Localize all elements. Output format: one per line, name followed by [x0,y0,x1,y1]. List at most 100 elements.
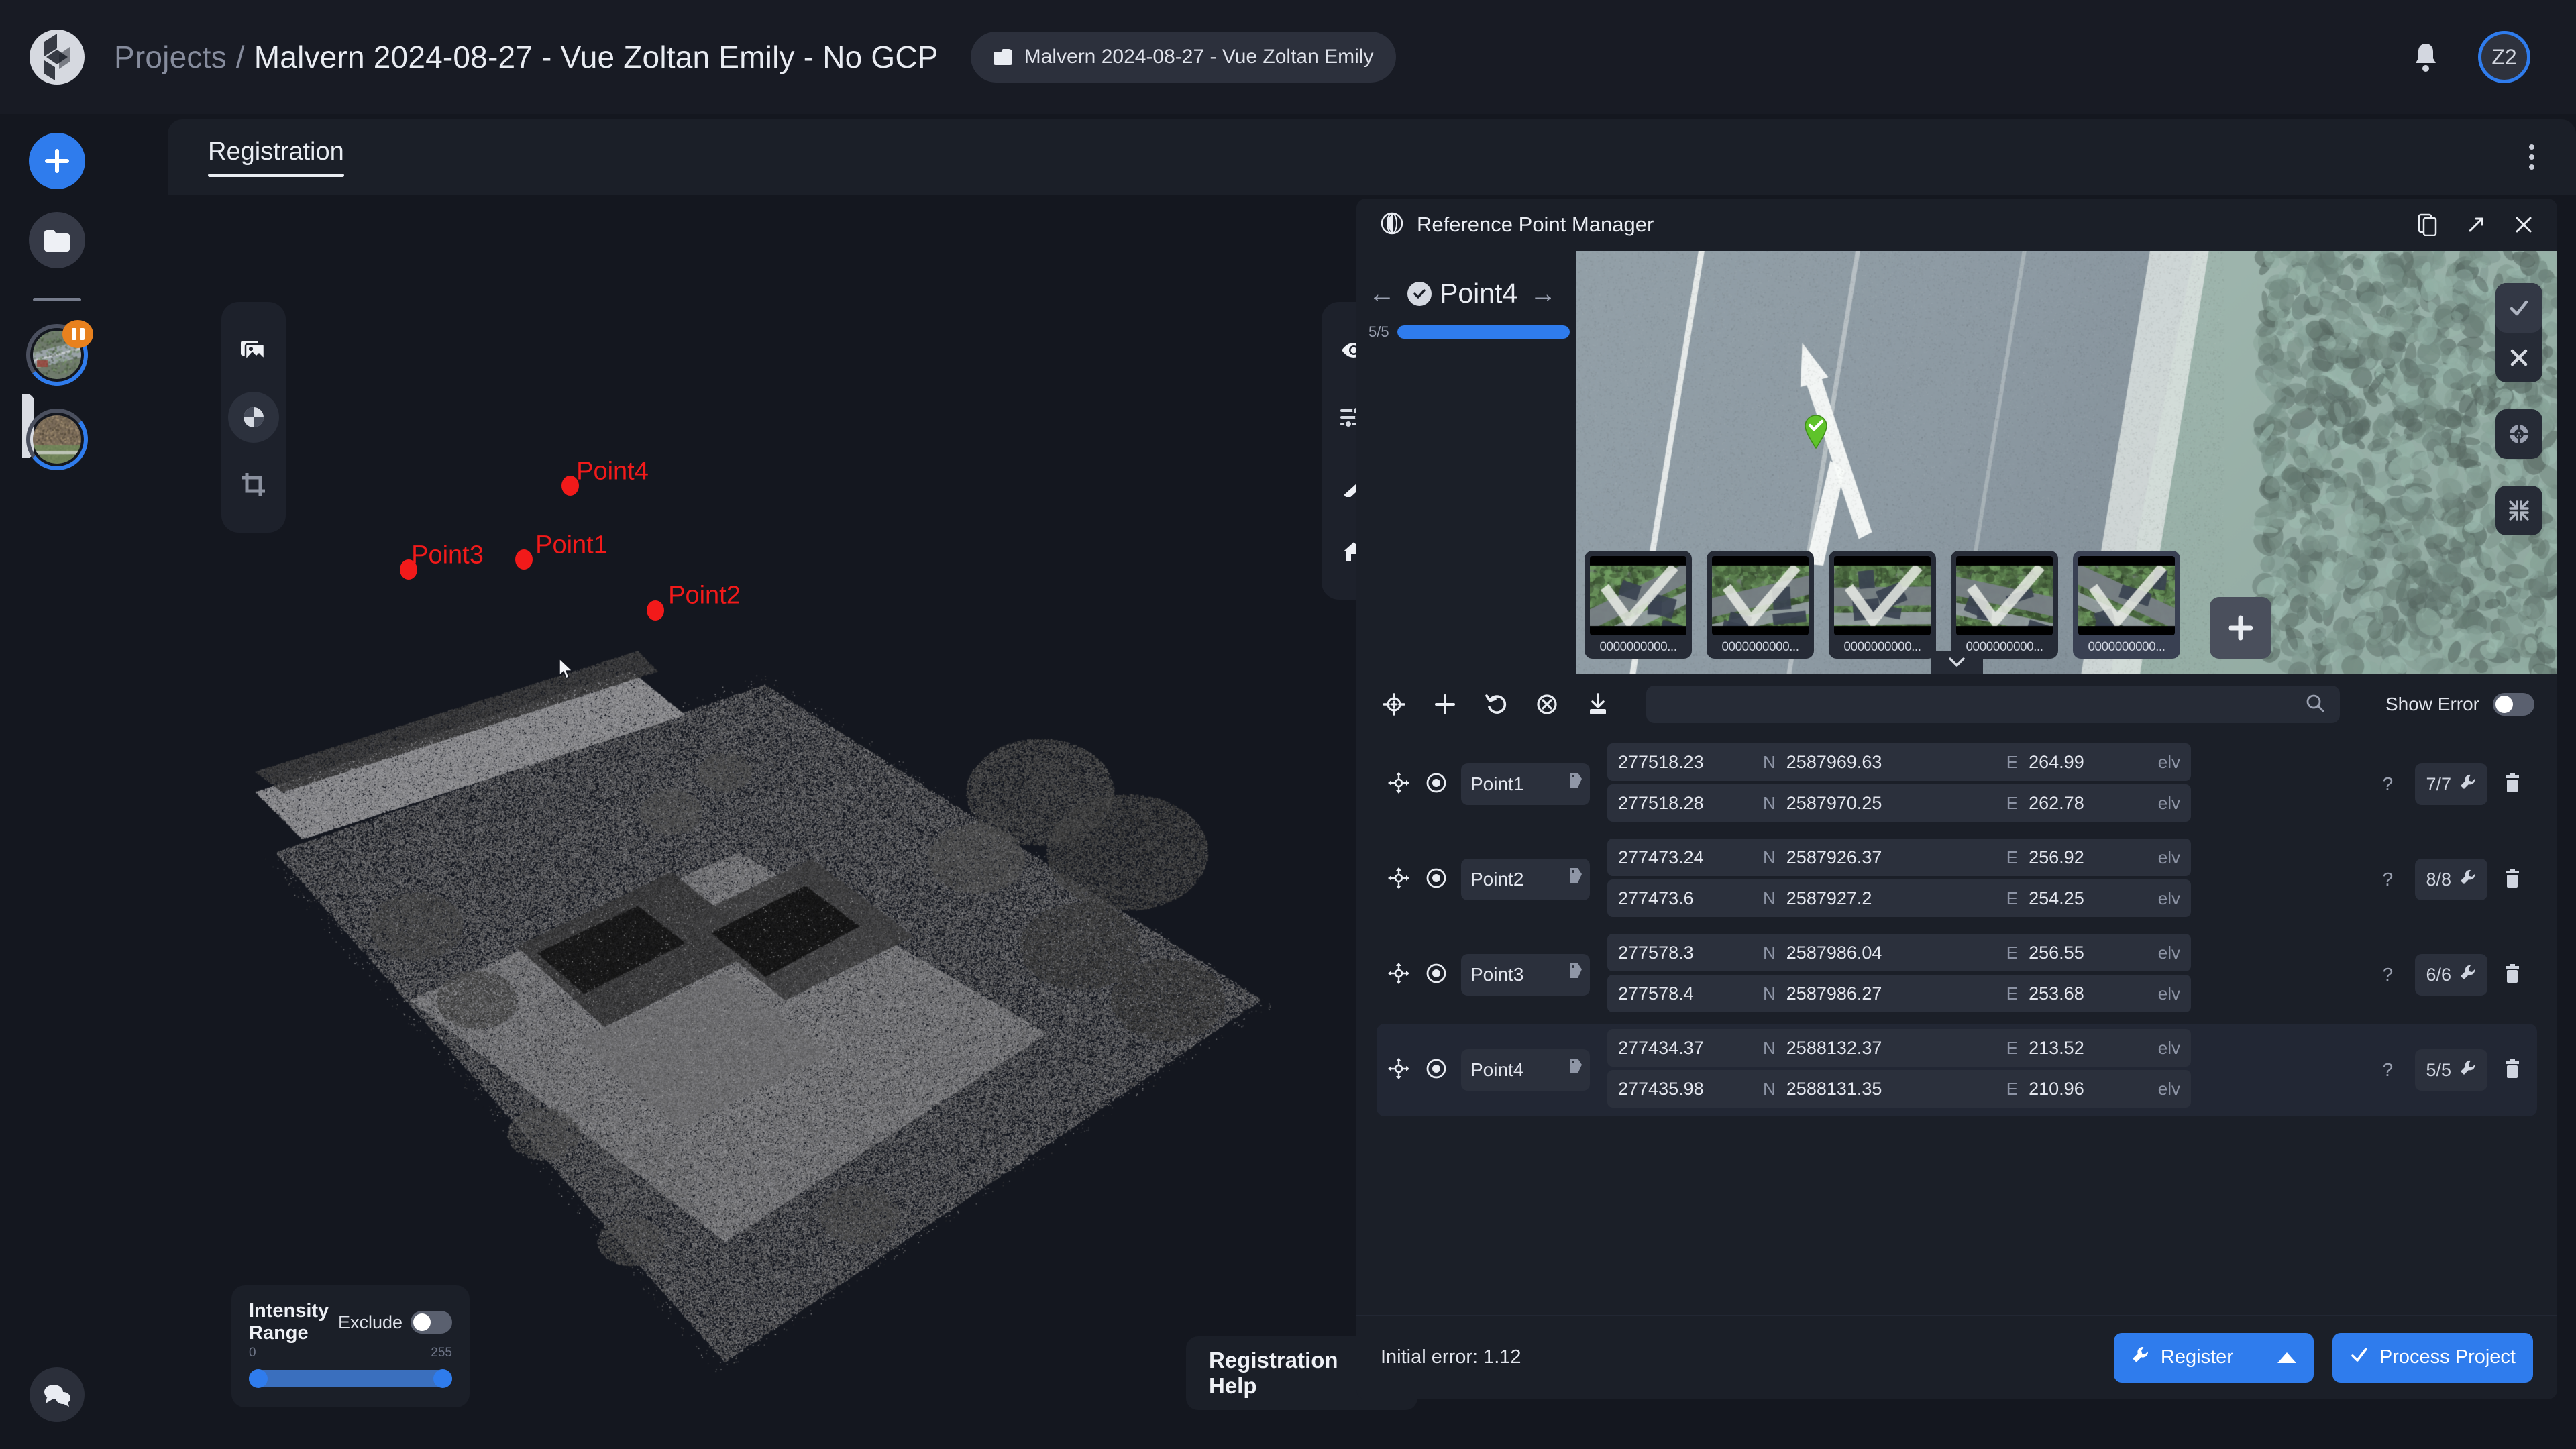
table-row[interactable]: Point1 277518.23 N 2587969.63 E 264.99 e… [1377,738,2537,830]
help-icon[interactable]: ? [2376,859,2399,900]
auto-target-icon[interactable]: A [2496,409,2542,459]
add-image-button[interactable] [2210,597,2271,659]
match-ratio-chip[interactable]: 6/6 [2415,954,2487,996]
target-plus-icon[interactable] [1379,690,1409,719]
table-row[interactable]: Point4 277434.37 N 2588132.37 E 213.52 e… [1377,1024,2537,1116]
table-row[interactable]: Point3 277578.3 N 2587986.04 E 256.55 el… [1377,928,2537,1021]
trash-icon[interactable] [2504,772,2521,797]
match-ratio-chip[interactable]: 7/7 [2415,763,2487,805]
coordinate-row-computed[interactable]: 277435.98 N 2588131.35 E 210.96 elv [1607,1070,2191,1108]
arrow-left-icon[interactable]: ← [1368,280,1395,307]
project-chip[interactable]: Malvern 2024-08-27 - Vue Zoltan Emily [971,32,1397,83]
undo-icon[interactable] [1481,690,1511,719]
duplicate-icon[interactable] [2418,213,2438,236]
wrench-icon [2131,1346,2150,1370]
move-target-icon[interactable] [1387,962,1410,988]
match-ratio-value: 7/7 [2426,774,2451,795]
move-target-icon[interactable] [1387,1057,1410,1083]
pause-badge-icon[interactable] [62,320,93,348]
expand-diagonal-icon[interactable] [2466,215,2486,235]
cloud-marker-point1[interactable] [515,549,533,570]
match-ratio-chip[interactable]: 5/5 [2415,1049,2487,1091]
point-name-field[interactable]: Point2 [1461,859,1590,900]
table-row[interactable]: Point2 277473.24 N 2587926.37 E 256.92 e… [1377,833,2537,926]
record-circle-icon[interactable] [1425,771,1448,798]
point-name-field[interactable]: Point3 [1461,954,1590,996]
close-icon[interactable] [2514,215,2533,234]
trash-icon[interactable] [2504,963,2521,987]
chevron-down-icon[interactable] [1931,651,1983,674]
point-name-field[interactable]: Point4 [1461,1049,1590,1091]
breadcrumb-projects-link[interactable]: Projects [114,39,227,75]
search-box[interactable] [1646,686,2340,723]
match-ratio-chip[interactable]: 8/8 [2415,859,2487,900]
breadcrumb-separator: / [236,39,245,75]
point-coordinates: 277518.23 N 2587969.63 E 264.99 elv 2775… [1607,743,2191,825]
coord-z-unit: elv [2149,888,2191,909]
move-target-icon[interactable] [1387,867,1410,893]
filmstrip-item-5[interactable]: 0000000000... [2073,551,2180,659]
rpm-title: Reference Point Manager [1417,213,1654,237]
intensity-slider[interactable] [249,1370,452,1387]
pie-contrast-icon[interactable] [228,392,279,443]
trash-icon[interactable] [2504,867,2521,892]
help-icon[interactable]: ? [2376,764,2399,804]
map-pin-check-icon[interactable] [1803,414,1829,449]
filmstrip-item-4[interactable]: 0000000000... [1951,551,2058,659]
app-logo-icon[interactable] [30,30,85,85]
coordinate-row-computed[interactable]: 277578.4 N 2587986.27 E 253.68 elv [1607,975,2191,1012]
register-button[interactable]: Register [2114,1333,2314,1383]
images-icon[interactable] [228,325,279,376]
job-thumbnail-2[interactable] [26,409,88,470]
coordinate-row-measured[interactable]: 277473.24 N 2587926.37 E 256.92 elv [1607,839,2191,876]
accept-point-button[interactable] [2496,283,2542,333]
help-icon[interactable]: ? [2376,1050,2399,1090]
coordinate-row-measured[interactable]: 277578.3 N 2587986.04 E 256.55 elv [1607,934,2191,971]
tab-registration[interactable]: Registration [208,138,344,177]
folder-icon[interactable] [29,212,85,268]
coordinate-row-computed[interactable]: 277473.6 N 2587927.2 E 254.25 elv [1607,879,2191,917]
avatar[interactable]: Z2 [2478,31,2530,83]
point-progress-label: 5/5 [1368,323,1389,341]
plus-icon[interactable] [29,133,85,189]
filmstrip-item-1[interactable]: 0000000000... [1585,551,1692,659]
job-thumbnail-1[interactable] [26,324,88,386]
bell-icon[interactable] [2411,41,2440,73]
intensity-min-tick: 0 [249,1346,256,1360]
filmstrip-item-3[interactable]: 0000000000... [1829,551,1936,659]
process-project-button[interactable]: Process Project [2332,1333,2533,1383]
crop-icon[interactable] [228,459,279,510]
help-icon[interactable]: ? [2376,955,2399,995]
point-coordinates: 277578.3 N 2587986.04 E 256.55 elv 27757… [1607,934,2191,1016]
coordinate-row-measured[interactable]: 277434.37 N 2588132.37 E 213.52 elv [1607,1029,2191,1067]
coordinate-row-measured[interactable]: 277518.23 N 2587969.63 E 264.99 elv [1607,743,2191,781]
coordinate-row-computed[interactable]: 277518.28 N 2587970.25 E 262.78 elv [1607,784,2191,822]
clear-circle-icon[interactable] [1532,690,1562,719]
exclude-toggle[interactable] [411,1311,452,1334]
move-target-icon[interactable] [1387,771,1410,798]
intensity-slider-max-handle[interactable] [433,1369,452,1388]
search-input[interactable] [1661,694,2305,715]
arrow-right-icon[interactable]: → [1529,280,1556,307]
filmstrip-item-2[interactable]: 0000000000... [1707,551,1814,659]
point-name-field[interactable]: Point1 [1461,763,1590,805]
reject-point-button[interactable] [2496,333,2542,382]
coord-z: 262.78 [2018,793,2149,814]
kebab-menu-icon[interactable] [2529,144,2534,170]
coord-y: 2587986.04 [1776,943,1997,963]
trash-icon[interactable] [2504,1058,2521,1083]
collapse-arrows-icon[interactable] [2496,486,2542,535]
show-error-toggle[interactable] [2493,693,2534,716]
tag-icon [1568,867,1583,889]
intensity-ticks: 0 255 [249,1346,452,1360]
plus-icon[interactable] [1430,690,1460,719]
coord-x: 277578.4 [1607,983,1754,1004]
record-circle-icon[interactable] [1425,867,1448,893]
chat-bubbles-icon[interactable] [30,1367,85,1422]
record-circle-icon[interactable] [1425,1057,1448,1083]
cloud-marker-point2[interactable] [647,600,664,621]
download-icon[interactable] [1583,690,1613,719]
record-circle-icon[interactable] [1425,962,1448,988]
folder-icon [994,49,1012,65]
intensity-slider-min-handle[interactable] [249,1369,268,1388]
